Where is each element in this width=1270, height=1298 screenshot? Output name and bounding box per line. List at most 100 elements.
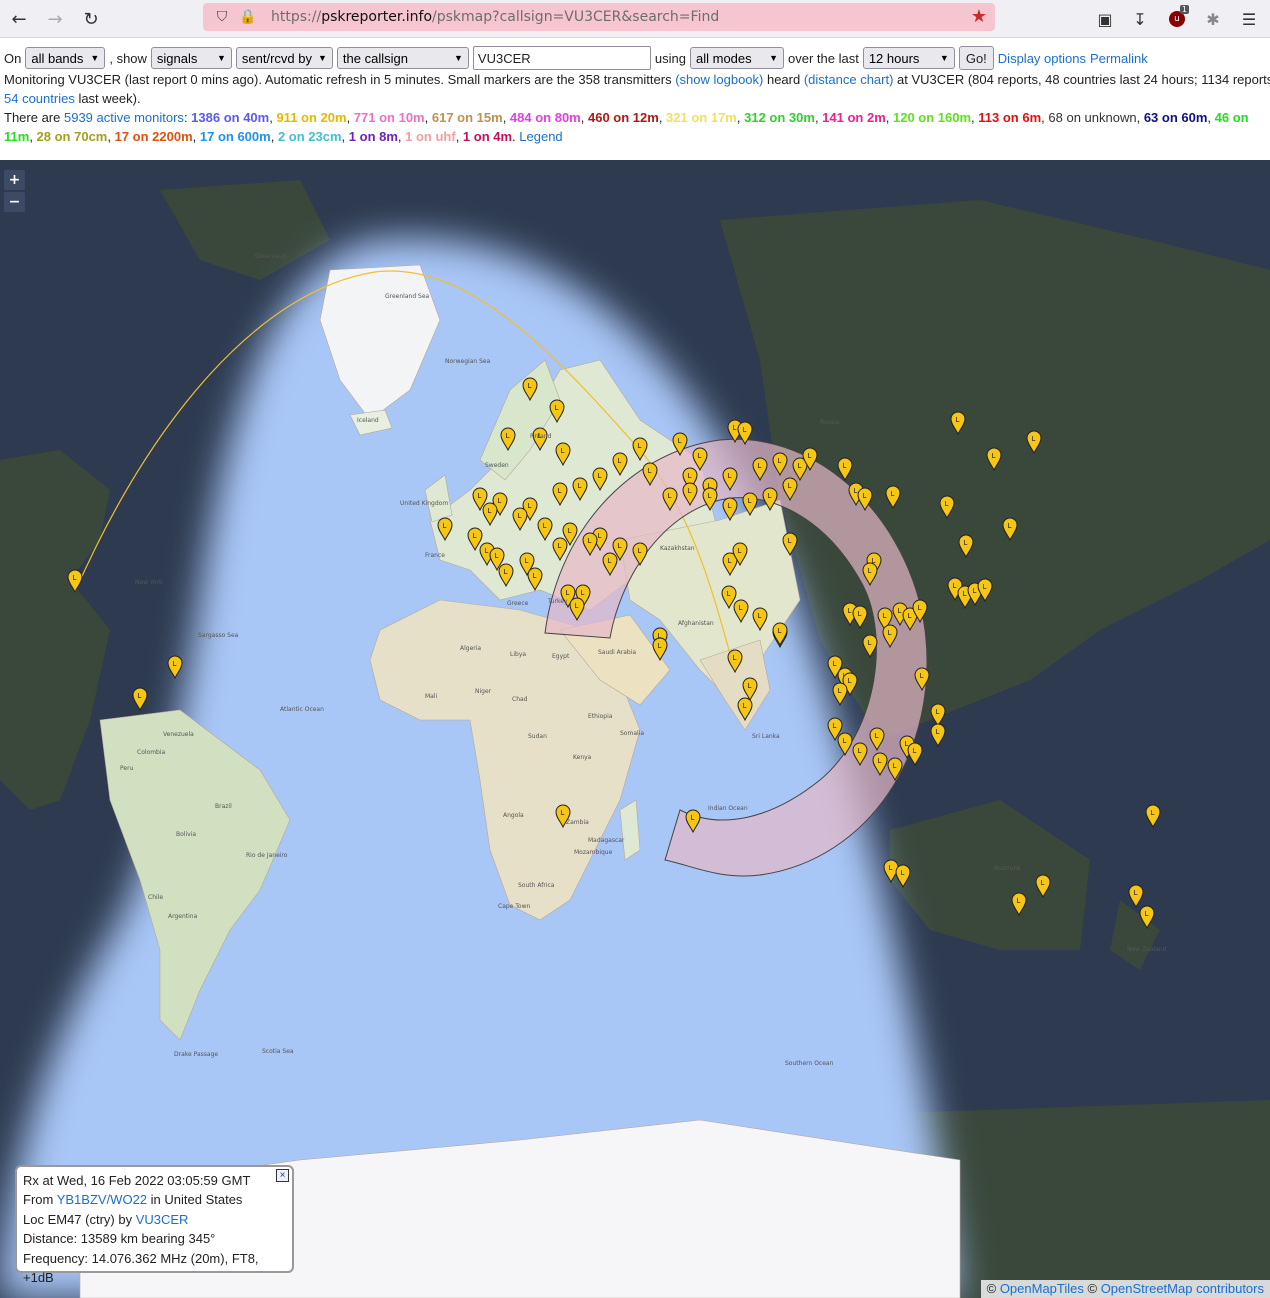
reload-icon[interactable]: ↻ (77, 5, 105, 33)
legend-link[interactable]: Legend (519, 129, 562, 144)
svg-text:L: L (973, 587, 977, 595)
using-label: using (654, 50, 686, 66)
separator: , (346, 110, 354, 125)
go-button[interactable]: Go! (958, 46, 994, 70)
monitoring-status-cont: 54 countries last week). (4, 89, 1266, 108)
lock-icon[interactable]: 🔒 (239, 9, 257, 25)
svg-text:L: L (1134, 889, 1138, 897)
map-label: Turkey (547, 598, 568, 605)
separator: , (580, 110, 588, 125)
svg-text:L: L (698, 452, 702, 460)
mode-select[interactable]: all modes ▼ (690, 47, 784, 69)
map-label: Libya (510, 651, 526, 658)
back-icon[interactable]: ← (5, 5, 33, 33)
svg-text:L: L (495, 552, 499, 560)
map-label: Kazakhstan (660, 545, 695, 552)
svg-text:L: L (956, 416, 960, 424)
osm-link[interactable]: OpenStreetMap contributors (1101, 1281, 1264, 1296)
menu-icon[interactable]: ☰ (1235, 5, 1263, 33)
svg-text:L: L (506, 432, 510, 440)
receiver-call-link[interactable]: VU3CER (136, 1212, 189, 1227)
chevron-down-icon: ▼ (454, 52, 463, 63)
map-label: Southern Ocean (785, 1060, 834, 1067)
svg-text:L: L (708, 492, 712, 500)
svg-text:L: L (901, 869, 905, 877)
svg-text:L: L (983, 583, 987, 591)
zoom-out-button[interactable]: − (4, 192, 25, 212)
svg-text:L: L (743, 426, 747, 434)
address-bar[interactable]: ⛉ 🔒 https://pskreporter.info/pskmap?call… (203, 3, 995, 31)
svg-text:L: L (1145, 910, 1149, 918)
callsign-input[interactable]: VU3CER (472, 46, 651, 70)
band-count: 312 on 30m (744, 110, 815, 125)
pocket-icon[interactable]: ▣ (1091, 5, 1119, 33)
permalink-link[interactable]: Permalink (1090, 49, 1148, 68)
svg-text:L: L (843, 737, 847, 745)
map-label: Mali (425, 693, 438, 700)
band-count: 484 on 80m (509, 110, 581, 125)
openmaptiles-link[interactable]: OpenMapTiles (1000, 1281, 1084, 1296)
svg-text:L: L (598, 532, 602, 540)
distance-chart-link[interactable]: (distance chart) (804, 72, 894, 87)
world-map[interactable]: L L L L L L L L L L L L L L L L L L L L L L L L L L L L L L L L L L L L L L L L… (0, 160, 1270, 1298)
svg-text:L: L (658, 642, 662, 650)
svg-text:L: L (618, 542, 622, 550)
status-text: There are (4, 110, 64, 125)
svg-text:L: L (875, 732, 879, 740)
map-label: Madagascar (588, 837, 625, 844)
show-select[interactable]: signals ▼ (150, 47, 232, 69)
url-text[interactable]: https://pskreporter.info/pskmap?callsign… (271, 9, 719, 25)
band-count: 911 on 20m (276, 110, 347, 125)
ublock-icon[interactable]: u1 (1163, 5, 1191, 33)
map-label: Sargasso Sea (198, 632, 239, 639)
svg-text:L: L (478, 492, 482, 500)
svg-text:L: L (893, 762, 897, 770)
close-icon[interactable]: × (276, 1169, 289, 1182)
svg-text:L: L (833, 660, 837, 668)
svg-text:L: L (581, 589, 585, 597)
svg-text:L: L (638, 547, 642, 555)
extensions-icon[interactable]: ✱ (1199, 5, 1227, 33)
monitoring-status: Monitoring VU3CER (last report 0 mins ag… (4, 70, 1270, 89)
svg-text:L: L (473, 532, 477, 540)
svg-text:L: L (728, 502, 732, 510)
map-label: Sweden (485, 462, 509, 469)
status-text: heard (763, 72, 804, 87)
from-call-link[interactable]: YB1BZV/WO22 (57, 1192, 147, 1207)
svg-text:L: L (533, 572, 537, 580)
svg-text:L: L (739, 604, 743, 612)
svg-text:L: L (743, 702, 747, 710)
forward-icon[interactable]: → (41, 5, 69, 33)
map-label: Rio de Janeiro (246, 852, 288, 859)
browser-toolbar: ← → ↻ ⛉ 🔒 https://pskreporter.info/pskma… (0, 0, 1270, 38)
active-monitors-link[interactable]: 5939 active monitors (64, 110, 184, 125)
shield-icon[interactable]: ⛉ (213, 9, 231, 25)
bookmark-star-icon[interactable]: ★ (971, 6, 987, 27)
svg-text:L: L (638, 442, 642, 450)
countries-link[interactable]: 54 countries (4, 91, 75, 106)
svg-text:L: L (566, 589, 570, 597)
svg-text:L: L (748, 497, 752, 505)
filter-row: On all bands ▼ , show signals ▼ sent/rcvd … (4, 46, 1266, 70)
band-select[interactable]: all bands ▼ (25, 47, 106, 69)
period-select[interactable]: 12 hours ▼ (862, 47, 955, 69)
svg-text:L: L (575, 602, 579, 610)
map-label: Atlantic Ocean (280, 706, 324, 713)
map-label: Sri Lanka (752, 733, 780, 740)
zoom-in-button[interactable]: + (4, 170, 25, 190)
subject-select[interactable]: the callsign ▼ (336, 47, 469, 69)
map-label: Finland (530, 433, 552, 440)
svg-text:L: L (778, 627, 782, 635)
separator: , (1207, 110, 1215, 125)
map-label: Norwegian Sea (445, 358, 491, 365)
over-label: over the last (788, 50, 859, 66)
svg-text:L: L (504, 568, 508, 576)
map-label: Niger (475, 688, 492, 695)
direction-select[interactable]: sent/rcvd by ▼ (235, 47, 333, 69)
display-options-link[interactable]: Display options (998, 49, 1086, 68)
download-icon[interactable]: ↧ (1126, 5, 1154, 33)
svg-text:L: L (908, 612, 912, 620)
map-canvas[interactable]: L L L L L L L L L L L L L L L L L L L L L L L L L L L L L L L L L L L L L L L L… (0, 160, 1270, 1298)
svg-text:L: L (858, 610, 862, 618)
show-logbook-link[interactable]: (show logbook) (675, 72, 763, 87)
